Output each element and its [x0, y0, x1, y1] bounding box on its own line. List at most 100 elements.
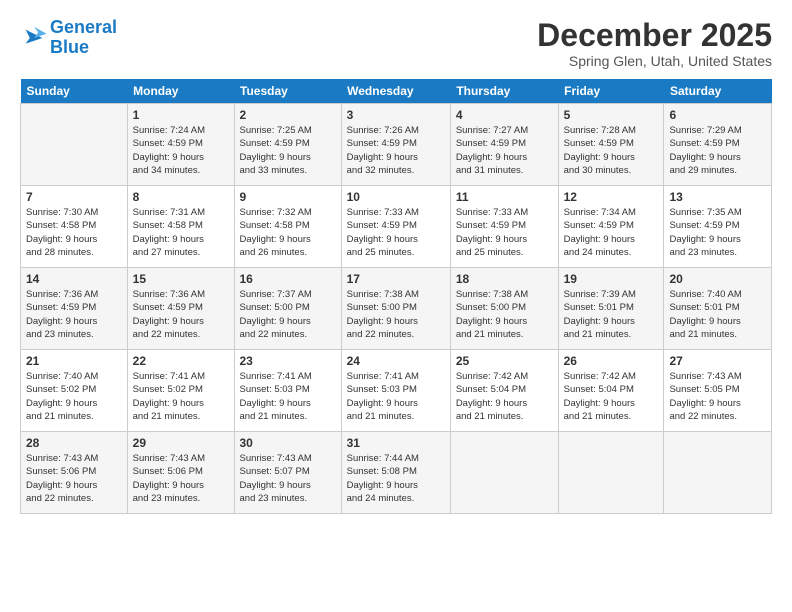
- calendar-week-2: 7 Sunrise: 7:30 AMSunset: 4:58 PMDaylight…: [21, 186, 772, 268]
- calendar-cell: 26Sunrise: 7:42 AMSunset: 5:04 PMDayligh…: [558, 350, 664, 432]
- day-number: 25: [456, 354, 553, 368]
- col-sunday: Sunday: [21, 79, 128, 104]
- month-title: December 2025: [537, 18, 772, 53]
- calendar-cell: 31 Sunrise: 7:44 AMSunset: 5:08 PMDayligh…: [341, 432, 450, 514]
- header-row: Sunday Monday Tuesday Wednesday Thursday…: [21, 79, 772, 104]
- day-info: Sunrise: 7:41 AMSunset: 5:02 PMDaylight:…: [133, 370, 229, 423]
- logo: General Blue: [20, 18, 117, 58]
- day-info: Sunrise: 7:27 AMSunset: 4:59 PMDaylight:…: [456, 124, 553, 177]
- day-info: Sunrise: 7:39 AMSunset: 5:01 PMDaylight:…: [564, 288, 659, 341]
- day-number: 10: [347, 190, 445, 204]
- calendar-cell: 13 Sunrise: 7:35 AMSunset: 4:59 PMDayligh…: [664, 186, 772, 268]
- calendar-cell: 10Sunrise: 7:33 AMSunset: 4:59 PMDayligh…: [341, 186, 450, 268]
- day-number: 18: [456, 272, 553, 286]
- day-info: Sunrise: 7:41 AMSunset: 5:03 PMDaylight:…: [347, 370, 445, 423]
- day-info: Sunrise: 7:36 AMSunset: 4:59 PMDaylight:…: [26, 288, 122, 341]
- calendar-cell: [450, 432, 558, 514]
- day-number: 13: [669, 190, 766, 204]
- calendar-cell: 6 Sunrise: 7:29 AMSunset: 4:59 PMDaylight…: [664, 104, 772, 186]
- calendar-cell: 20 Sunrise: 7:40 AMSunset: 5:01 PMDayligh…: [664, 268, 772, 350]
- subtitle: Spring Glen, Utah, United States: [537, 53, 772, 69]
- calendar-cell: [558, 432, 664, 514]
- day-number: 29: [133, 436, 229, 450]
- day-number: 28: [26, 436, 122, 450]
- calendar-cell: 7 Sunrise: 7:30 AMSunset: 4:58 PMDaylight…: [21, 186, 128, 268]
- calendar-cell: 27 Sunrise: 7:43 AMSunset: 5:05 PMDayligh…: [664, 350, 772, 432]
- day-number: 7: [26, 190, 122, 204]
- day-info: Sunrise: 7:33 AMSunset: 4:59 PMDaylight:…: [456, 206, 553, 259]
- day-number: 20: [669, 272, 766, 286]
- day-number: 23: [240, 354, 336, 368]
- day-number: 24: [347, 354, 445, 368]
- day-info: Sunrise: 7:36 AMSunset: 4:59 PMDaylight:…: [133, 288, 229, 341]
- calendar-cell: 2Sunrise: 7:25 AMSunset: 4:59 PMDaylight…: [234, 104, 341, 186]
- calendar-cell: 29 Sunrise: 7:43 AMSunset: 5:06 PMDayligh…: [127, 432, 234, 514]
- day-number: 17: [347, 272, 445, 286]
- calendar-week-5: 28 Sunrise: 7:43 AMSunset: 5:06 PMDayligh…: [21, 432, 772, 514]
- day-number: 11: [456, 190, 553, 204]
- calendar-cell: 11 Sunrise: 7:33 AMSunset: 4:59 PMDayligh…: [450, 186, 558, 268]
- page: General Blue December 2025 Spring Glen, …: [0, 0, 792, 612]
- calendar-cell: 3Sunrise: 7:26 AMSunset: 4:59 PMDaylight…: [341, 104, 450, 186]
- calendar-cell: 12Sunrise: 7:34 AMSunset: 4:59 PMDayligh…: [558, 186, 664, 268]
- calendar-cell: 30Sunrise: 7:43 AMSunset: 5:07 PMDayligh…: [234, 432, 341, 514]
- calendar-week-4: 21Sunrise: 7:40 AMSunset: 5:02 PMDayligh…: [21, 350, 772, 432]
- day-info: Sunrise: 7:40 AMSunset: 5:01 PMDaylight:…: [669, 288, 766, 341]
- col-thursday: Thursday: [450, 79, 558, 104]
- day-number: 1: [133, 108, 229, 122]
- day-number: 27: [669, 354, 766, 368]
- calendar-cell: 19 Sunrise: 7:39 AMSunset: 5:01 PMDayligh…: [558, 268, 664, 350]
- col-saturday: Saturday: [664, 79, 772, 104]
- day-info: Sunrise: 7:29 AMSunset: 4:59 PMDaylight:…: [669, 124, 766, 177]
- calendar-cell: 25 Sunrise: 7:42 AMSunset: 5:04 PMDayligh…: [450, 350, 558, 432]
- day-info: Sunrise: 7:35 AMSunset: 4:59 PMDaylight:…: [669, 206, 766, 259]
- title-section: December 2025 Spring Glen, Utah, United …: [537, 18, 772, 69]
- calendar-cell: 8Sunrise: 7:31 AMSunset: 4:58 PMDaylight…: [127, 186, 234, 268]
- calendar-cell: 16 Sunrise: 7:37 AMSunset: 5:00 PMDayligh…: [234, 268, 341, 350]
- calendar-week-1: 1 Sunrise: 7:24 AMSunset: 4:59 PMDaylight…: [21, 104, 772, 186]
- day-info: Sunrise: 7:32 AMSunset: 4:58 PMDaylight:…: [240, 206, 336, 259]
- day-info: Sunrise: 7:44 AMSunset: 5:08 PMDaylight:…: [347, 452, 445, 505]
- day-info: Sunrise: 7:26 AMSunset: 4:59 PMDaylight:…: [347, 124, 445, 177]
- day-number: 9: [240, 190, 336, 204]
- day-info: Sunrise: 7:43 AMSunset: 5:06 PMDaylight:…: [26, 452, 122, 505]
- calendar-cell: 24 Sunrise: 7:41 AMSunset: 5:03 PMDayligh…: [341, 350, 450, 432]
- day-number: 19: [564, 272, 659, 286]
- logo-icon: [20, 24, 48, 52]
- calendar-table: Sunday Monday Tuesday Wednesday Thursday…: [20, 79, 772, 514]
- calendar-cell: 15 Sunrise: 7:36 AMSunset: 4:59 PMDayligh…: [127, 268, 234, 350]
- logo-line1: General: [50, 17, 117, 37]
- day-info: Sunrise: 7:38 AMSunset: 5:00 PMDaylight:…: [456, 288, 553, 341]
- col-friday: Friday: [558, 79, 664, 104]
- day-number: 31: [347, 436, 445, 450]
- calendar-cell: 14Sunrise: 7:36 AMSunset: 4:59 PMDayligh…: [21, 268, 128, 350]
- day-info: Sunrise: 7:42 AMSunset: 5:04 PMDaylight:…: [456, 370, 553, 423]
- logo-line2: Blue: [50, 37, 89, 57]
- day-info: Sunrise: 7:31 AMSunset: 4:58 PMDaylight:…: [133, 206, 229, 259]
- calendar-body: 1 Sunrise: 7:24 AMSunset: 4:59 PMDaylight…: [21, 104, 772, 514]
- day-number: 26: [564, 354, 659, 368]
- day-info: Sunrise: 7:25 AMSunset: 4:59 PMDaylight:…: [240, 124, 336, 177]
- day-info: Sunrise: 7:24 AMSunset: 4:59 PMDaylight:…: [133, 124, 229, 177]
- day-info: Sunrise: 7:43 AMSunset: 5:06 PMDaylight:…: [133, 452, 229, 505]
- day-number: 15: [133, 272, 229, 286]
- day-info: Sunrise: 7:37 AMSunset: 5:00 PMDaylight:…: [240, 288, 336, 341]
- calendar-cell: 9 Sunrise: 7:32 AMSunset: 4:58 PMDaylight…: [234, 186, 341, 268]
- day-number: 16: [240, 272, 336, 286]
- header: General Blue December 2025 Spring Glen, …: [20, 18, 772, 69]
- calendar-week-3: 14Sunrise: 7:36 AMSunset: 4:59 PMDayligh…: [21, 268, 772, 350]
- calendar-cell: [664, 432, 772, 514]
- day-info: Sunrise: 7:28 AMSunset: 4:59 PMDaylight:…: [564, 124, 659, 177]
- calendar-cell: 17Sunrise: 7:38 AMSunset: 5:00 PMDayligh…: [341, 268, 450, 350]
- day-info: Sunrise: 7:43 AMSunset: 5:05 PMDaylight:…: [669, 370, 766, 423]
- day-info: Sunrise: 7:40 AMSunset: 5:02 PMDaylight:…: [26, 370, 122, 423]
- day-number: 6: [669, 108, 766, 122]
- col-monday: Monday: [127, 79, 234, 104]
- col-tuesday: Tuesday: [234, 79, 341, 104]
- day-info: Sunrise: 7:43 AMSunset: 5:07 PMDaylight:…: [240, 452, 336, 505]
- day-info: Sunrise: 7:30 AMSunset: 4:58 PMDaylight:…: [26, 206, 122, 259]
- day-info: Sunrise: 7:41 AMSunset: 5:03 PMDaylight:…: [240, 370, 336, 423]
- day-number: 4: [456, 108, 553, 122]
- calendar-cell: 4 Sunrise: 7:27 AMSunset: 4:59 PMDaylight…: [450, 104, 558, 186]
- calendar-cell: 23 Sunrise: 7:41 AMSunset: 5:03 PMDayligh…: [234, 350, 341, 432]
